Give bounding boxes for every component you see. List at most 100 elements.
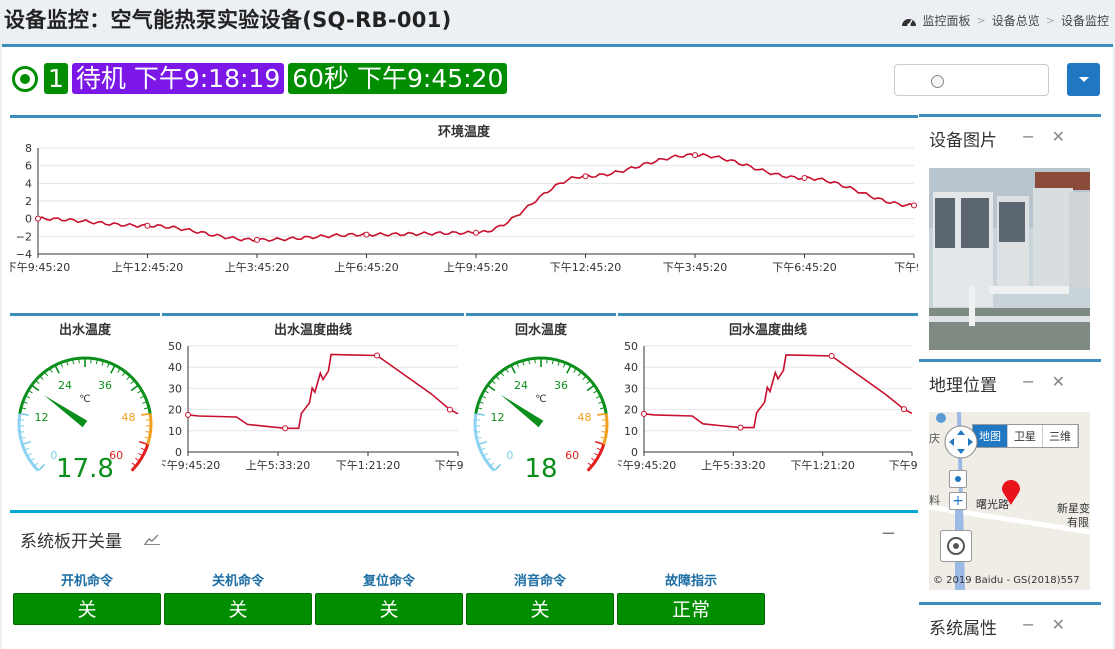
gauge-tick (141, 413, 150, 416)
y-tick-label: 50 (168, 340, 182, 353)
temp-curve-point (900, 406, 907, 413)
mute-label: 消音命令 (513, 574, 566, 589)
system-props-panel: 系统属性 − ✕ (919, 602, 1101, 649)
y-tick-label: 0 (25, 213, 32, 226)
power-on-label: 开机命令 (60, 574, 113, 589)
zoom-in-button[interactable]: + (949, 492, 967, 510)
run-state-badge: 待机 下午9:18:19 (71, 63, 285, 94)
gauge-tick (121, 372, 126, 377)
collapse-icon[interactable]: − (881, 523, 896, 544)
reset-label: 复位命令 (362, 574, 415, 589)
y-tick-label: 10 (168, 425, 182, 438)
env-temp-point (254, 236, 260, 243)
x-tick-label: 下午9:09 (435, 459, 464, 472)
y-tick-label: 50 (624, 340, 638, 353)
gauge-tick (143, 407, 149, 410)
x-tick-label: 上午3:45:20 (225, 261, 289, 274)
gauge-tick-label: 60 (565, 449, 579, 462)
close-icon[interactable]: ✕ (1052, 372, 1065, 391)
x-tick-label: 上午5:33:20 (701, 459, 765, 472)
gauge-tick (101, 361, 104, 366)
gauge-tick (522, 361, 525, 366)
gauge-tick-label: 12 (35, 411, 49, 424)
env-temp-point (801, 175, 808, 182)
map-type-tabs: 地图 卫星 三维 (972, 424, 1079, 448)
gauge-tick (20, 431, 25, 433)
gauge-tick (477, 436, 482, 439)
minimize-icon[interactable]: − (1022, 372, 1035, 391)
gauge-tick (494, 463, 502, 471)
power-on-status: 关 (13, 593, 161, 625)
gauge-tick (597, 413, 606, 416)
y-tick-label: −4 (16, 248, 32, 261)
breadcrumb-dashboard[interactable]: 监控面板 (923, 12, 971, 29)
env-temp-point (911, 202, 917, 209)
status-row: 1 待机 下午9:18:19 60秒 下午9:45:20 (12, 63, 508, 94)
temp-curve-point (737, 424, 744, 431)
x-tick-label: 下午9:45:20 (618, 459, 676, 472)
minimize-icon[interactable]: − (1022, 615, 1035, 634)
gauge-tick (35, 380, 40, 385)
env-temp-point (473, 229, 479, 236)
switch-panel-title: 系统板开关量 (20, 532, 122, 552)
gauge-tick (30, 457, 35, 461)
power-off-status: 关 (164, 593, 312, 625)
breadcrumb-overview[interactable]: 设备总览 (992, 12, 1040, 29)
dropdown-button[interactable] (1067, 63, 1100, 96)
y-tick-label: 6 (25, 160, 32, 173)
map-copyright: © 2019 Baidu - GS(2018)557 (933, 575, 1080, 586)
temp-curve-series-line (643, 354, 913, 429)
x-tick-label: 下午9:4 (894, 261, 918, 274)
gauge-tick (130, 380, 135, 385)
gauge-tick (505, 368, 509, 373)
baidu-map[interactable]: 地图 卫星 三维 庆 料 + 曙光路 新星变 有限 © 2019 Baidu -… (929, 412, 1090, 590)
gauge-tick (27, 452, 32, 456)
tab-3d[interactable]: 三维 (1043, 425, 1078, 447)
gauge-tick (144, 436, 149, 439)
gauge-tick (510, 365, 516, 374)
y-tick-label: 40 (624, 361, 638, 374)
x-tick-label: 下午9:45:20 (162, 459, 220, 472)
gauge-tick (106, 363, 110, 368)
close-icon[interactable]: ✕ (1052, 615, 1065, 634)
return-temp-curve-chart: 50 40 30 20 10 0下午9:45:20 上午5:33:20 下午1:21:20 下午… (618, 340, 918, 472)
gauge-tick (582, 376, 586, 380)
geolocate-button[interactable] (940, 530, 972, 562)
tab-satellite[interactable]: 卫星 (1008, 425, 1043, 447)
gauge-tick (593, 390, 598, 394)
gauge-tick (145, 431, 150, 433)
gauge-tick (60, 363, 64, 368)
refresh-badge: 60秒 下午9:45:20 (288, 63, 508, 94)
time-range-input[interactable] (894, 64, 1049, 96)
gauge-tick (28, 390, 33, 394)
close-icon[interactable]: ✕ (1052, 127, 1065, 146)
gauge-tick-label: 48 (577, 411, 591, 424)
y-tick-label: 4 (25, 177, 32, 190)
map-pan-control[interactable] (943, 424, 979, 460)
gauge-tick (54, 365, 60, 374)
gauge-tick (557, 361, 560, 366)
gauge-tick (34, 462, 39, 466)
breadcrumb-monitor: 设备监控 (1060, 14, 1109, 28)
gauge-tick (476, 431, 481, 433)
x-tick-label: 下午9:09 (889, 459, 918, 472)
gauge-tick (486, 457, 491, 461)
gauge-tick (38, 463, 46, 471)
gauge-value: 17.8 (56, 454, 114, 484)
trend-chart-icon[interactable] (144, 533, 160, 545)
gauge-tick (491, 380, 496, 385)
fault-label: 故障指示 (664, 574, 717, 589)
gauge-tick (481, 447, 486, 451)
gauge-tick (44, 372, 49, 377)
gauge-tick (137, 390, 142, 394)
power-off-label: 关机命令 (211, 574, 264, 589)
gauge-tick (595, 395, 601, 399)
map-locate-button[interactable] (949, 470, 967, 488)
minimize-icon[interactable]: − (1022, 127, 1035, 146)
gauge-tick (496, 376, 500, 380)
gauge-tick (142, 401, 147, 404)
map-label-left2: 料 (929, 494, 940, 507)
gauge-tick (596, 447, 601, 451)
gauge-tick (20, 413, 29, 416)
gauge-tick-label: 24 (58, 379, 72, 392)
